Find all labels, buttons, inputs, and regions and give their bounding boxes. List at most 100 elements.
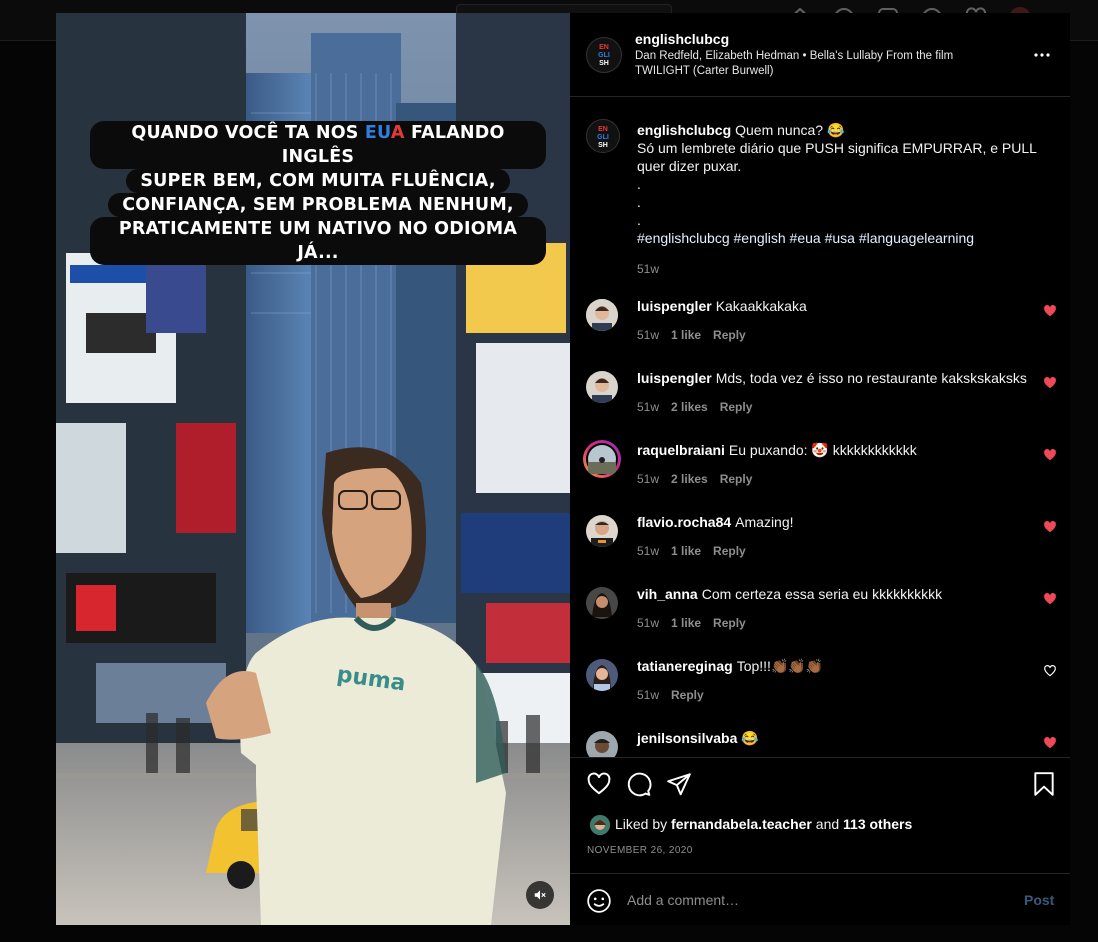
commenter-avatar[interactable]: [586, 515, 618, 547]
post-comment-button[interactable]: Post: [1024, 892, 1054, 908]
comment-username[interactable]: flavio.rocha84: [637, 514, 731, 530]
comment-username[interactable]: luispengler: [637, 298, 712, 314]
comment-body: Eu puxando: 🤡 kkkkkkkkkkkk: [728, 442, 917, 458]
comment-like-heart-icon[interactable]: [1043, 376, 1057, 390]
save-bookmark-icon[interactable]: [1031, 771, 1057, 797]
logo-line-3: SH: [598, 142, 608, 149]
avatar-photo: [586, 587, 618, 619]
speaker-muted-icon: [534, 890, 546, 900]
comment-username[interactable]: jenilsonsilvaba: [637, 730, 737, 746]
reply-button[interactable]: Reply: [713, 328, 746, 342]
comment-like-heart-icon[interactable]: [1043, 592, 1057, 606]
commenter-avatar[interactable]: [586, 371, 618, 403]
commenter-avatar[interactable]: [586, 587, 618, 619]
caption-dot: .: [637, 212, 641, 228]
comment-meta: 51w 2 likes Reply: [637, 400, 764, 414]
comment-like-count[interactable]: 2 likes: [671, 400, 708, 414]
liked-by-summary: Liked by fernandabela.teacher and 113 ot…: [615, 816, 912, 832]
comment-like-count[interactable]: 1 like: [671, 544, 701, 558]
share-paper-plane-icon[interactable]: [666, 771, 692, 797]
comment-text: jenilsonsilvaba 😂: [637, 729, 1037, 747]
caption-dot: .: [637, 176, 641, 192]
caption-hashtags[interactable]: #englishclubcg #english #eua #usa #langu…: [637, 230, 974, 246]
comment-timestamp: 51w: [637, 688, 660, 702]
logo-line-1: EN: [598, 126, 608, 133]
comment-username[interactable]: vih_anna: [637, 586, 698, 602]
avatar-photo: [586, 371, 618, 403]
comment-username[interactable]: tatianereginag: [637, 658, 733, 674]
comment-body: Kakaakkakaka: [715, 298, 807, 314]
caption-line-1: QUANDO VOCÊ TA NOS EUA FALANDO INGLÊS: [90, 121, 546, 169]
emoji-icon[interactable]: [586, 888, 612, 914]
comment-input[interactable]: Add a comment…: [627, 892, 739, 908]
caption-author-avatar[interactable]: EN GLI SH: [586, 119, 620, 153]
more-options-button[interactable]: [1030, 43, 1054, 67]
author-avatar[interactable]: EN GLI SH: [586, 37, 622, 73]
caption-meta: 51w: [637, 262, 671, 276]
comment-timestamp: 51w: [637, 472, 660, 486]
logo-line-2: GLI: [598, 52, 610, 59]
comment-meta: 51w 1 like Reply: [637, 544, 758, 558]
comment-text: luispengler Kakaakkakaka: [637, 297, 1037, 315]
avatar-photo: [586, 515, 618, 547]
logo-line-3: SH: [599, 60, 609, 67]
caption-line-3: CONFIANÇA, SEM PROBLEMA NENHUM,: [108, 193, 528, 217]
comment-body: Com certeza essa seria eu kkkkkkkkkk: [701, 586, 943, 602]
comment-text: tatianereginag Top!!!👏🏾👏🏾👏🏾: [637, 657, 1037, 675]
avatar-photo: [586, 731, 618, 757]
caption-text: englishclubcg Quem nunca? 😂 Só um lembret…: [637, 121, 1037, 247]
reply-button[interactable]: Reply: [713, 616, 746, 630]
avatar-photo: [586, 443, 618, 475]
add-comment-bar: Add a comment… Post: [570, 873, 1070, 926]
commenter-avatar-story-ring[interactable]: [583, 440, 621, 478]
caption-body: Só um lembrete diário que PUSH significa…: [637, 140, 1037, 174]
post-header: EN GLI SH englishclubcg Dan Redfeld, Eli…: [570, 13, 1070, 97]
comment-like-heart-icon[interactable]: [1043, 448, 1057, 462]
comment-username[interactable]: raquelbraiani: [637, 442, 725, 458]
comment-text: flavio.rocha84 Amazing!: [637, 513, 1037, 531]
comment-body: Amazing!: [735, 514, 794, 530]
liker-avatar[interactable]: [590, 815, 610, 835]
comment-text: luispengler Mds, toda vez é isso no resta…: [637, 369, 1037, 387]
mute-button[interactable]: [526, 881, 554, 909]
commenter-avatar[interactable]: [586, 731, 618, 757]
post-video[interactable]: puma QUANDO VOCÊ TA NOS EUA FALANDO INGL…: [56, 13, 570, 925]
liked-by-others-link[interactable]: 113 others: [843, 816, 912, 832]
like-heart-icon[interactable]: [586, 771, 612, 797]
caption-username[interactable]: englishclubcg: [637, 122, 731, 138]
comment-like-count[interactable]: 1 like: [671, 616, 701, 630]
reply-button[interactable]: Reply: [720, 400, 753, 414]
comment-timestamp: 51w: [637, 544, 660, 558]
reply-button[interactable]: Reply: [671, 688, 704, 702]
logo-line-2: GLI: [597, 134, 609, 141]
comment-body: 😂: [741, 730, 759, 746]
commenter-avatar[interactable]: [586, 299, 618, 331]
ellipsis-icon: [1034, 53, 1050, 57]
avatar-photo: [586, 299, 618, 331]
comments-list[interactable]: EN GLI SH englishclubcg Quem nunca? 😂 Só …: [570, 97, 1070, 757]
comment-timestamp: 51w: [637, 400, 660, 414]
comment-like-heart-outline-icon[interactable]: [1043, 664, 1057, 678]
comment-like-heart-icon[interactable]: [1043, 520, 1057, 534]
comment-like-heart-icon[interactable]: [1043, 736, 1057, 750]
avatar-photo: [586, 659, 618, 691]
commenter-avatar[interactable]: [586, 659, 618, 691]
comment-like-count[interactable]: 1 like: [671, 328, 701, 342]
logo-line-1: EN: [599, 44, 609, 51]
post-date[interactable]: NOVEMBER 26, 2020: [587, 845, 693, 856]
caption-timestamp: 51w: [637, 262, 660, 276]
author-username[interactable]: englishclubcg: [635, 31, 729, 47]
audio-track-link[interactable]: Dan Redfeld, Elizabeth Hedman • Bella's …: [635, 49, 985, 79]
comment-body: Top!!!👏🏾👏🏾👏🏾: [736, 658, 824, 674]
comment-like-heart-icon[interactable]: [1043, 304, 1057, 318]
comment-like-count[interactable]: 2 likes: [671, 472, 708, 486]
comment-text: vih_anna Com certeza essa seria eu kkkkkk…: [637, 585, 1037, 603]
reply-button[interactable]: Reply: [720, 472, 753, 486]
reply-button[interactable]: Reply: [713, 544, 746, 558]
comment-meta: 51w 1 like Reply: [637, 616, 758, 630]
comment-username[interactable]: luispengler: [637, 370, 712, 386]
caption-line-4: PRATICAMENTE UM NATIVO NO ODIOMA JÁ...: [90, 217, 546, 265]
avatar-photo: [590, 815, 610, 835]
liked-by-username[interactable]: fernandabela.teacher: [671, 816, 812, 832]
comment-bubble-icon[interactable]: [626, 771, 652, 797]
